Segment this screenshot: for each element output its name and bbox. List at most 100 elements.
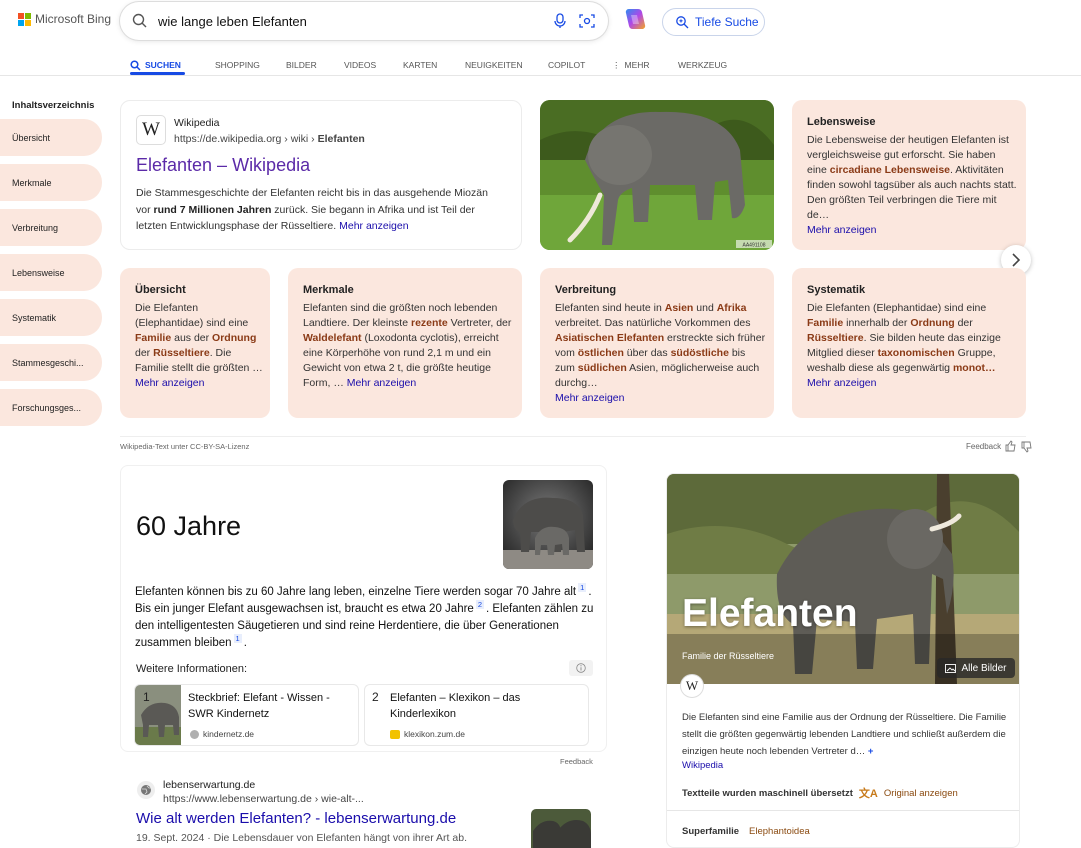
citation-1[interactable]: 1 (233, 634, 242, 644)
tab-copilot[interactable]: COPILOT (548, 55, 612, 75)
card-uebersicht[interactable]: Übersicht Die Elefanten (Elephantidae) s… (120, 268, 270, 418)
citation-1[interactable]: 1 (578, 583, 587, 592)
more-link[interactable]: Mehr anzeigen (555, 392, 624, 404)
header-divider (0, 75, 1081, 76)
more-info-label: Weitere Informationen: (136, 663, 248, 675)
card-text: Die Elefanten (Elephantidae) sind eine F… (135, 302, 263, 389)
bing-logo[interactable]: Microsoft Bing (18, 12, 111, 26)
card-merkmale[interactable]: Merkmale Elefanten sind die größten noch… (288, 268, 522, 418)
source-number: 1 (143, 690, 150, 704)
deep-search-label: Tiefe Suche (695, 15, 759, 29)
result-url[interactable]: https://www.lebenserwartung.de › wie-alt… (163, 793, 364, 805)
result-title-link[interactable]: Elefanten – Wikipedia (136, 155, 310, 176)
more-link[interactable]: Mehr anzeigen (339, 220, 408, 232)
images-icon (945, 663, 957, 673)
card-text: Elefanten sind die größten noch lebenden… (303, 302, 512, 389)
card-title: Merkmale (303, 284, 354, 296)
copilot-icon[interactable] (620, 6, 648, 34)
tab-mehr[interactable]: ⋮ MEHR (612, 55, 678, 75)
thumbs-down-icon[interactable] (1021, 441, 1032, 453)
more-link[interactable]: Mehr anzeigen (807, 377, 876, 389)
elephant-photo: AA491108 (540, 100, 774, 250)
toc-item-uebersicht[interactable]: Übersicht (0, 119, 102, 156)
more-link[interactable]: Mehr anzeigen (807, 224, 876, 236)
chevron-right-icon (1012, 253, 1021, 267)
result-url[interactable]: https://de.wikipedia.org › wiki › Elefan… (174, 133, 365, 145)
more-link[interactable]: Mehr anzeigen (135, 377, 204, 389)
kp-fact-row: Superfamilie Elephantoidea (682, 826, 810, 837)
result-snippet: Die Stammesgeschichte der Elefanten reic… (136, 187, 488, 232)
answer-value: 60 Jahre (136, 511, 242, 541)
search-input[interactable]: wie lange leben Elefanten (158, 14, 307, 29)
favicon-icon (190, 729, 199, 739)
section-divider (120, 436, 1026, 437)
knowledge-panel: Elefanten Familie der Rüsseltiere Alle B… (666, 473, 1020, 848)
card-title: Lebensweise (807, 116, 876, 128)
info-button[interactable] (569, 660, 593, 676)
wikipedia-logo-icon: W (136, 115, 166, 145)
card-lebensweise[interactable]: Lebensweise Die Lebensweise der heutigen… (792, 100, 1026, 250)
more-link[interactable]: Mehr anzeigen (347, 377, 416, 389)
search-icon (130, 59, 141, 71)
feedback-link[interactable]: Feedback (966, 442, 1001, 451)
toc-item-systematik[interactable]: Systematik (0, 299, 102, 336)
kp-fact-value[interactable]: Elephantoidea (749, 826, 810, 837)
toc-item-merkmale[interactable]: Merkmale (0, 164, 102, 201)
card-title: Systematik (807, 284, 866, 296)
kp-divider (667, 810, 1019, 811)
toc-item-forschungsgeschichte[interactable]: Forschungsges... (0, 389, 102, 426)
toc-item-stammesgeschichte[interactable]: Stammesgeschi... (0, 344, 102, 381)
all-images-button[interactable]: Alle Bilder (937, 658, 1015, 678)
deep-search-button[interactable]: Tiefe Suche (662, 8, 765, 36)
source-domain: kindernetz.de (190, 729, 254, 739)
source-title: Elefanten – Klexikon – das Kinderlexikon (390, 692, 521, 720)
toc-item-lebensweise[interactable]: Lebensweise (0, 254, 102, 291)
tab-bilder[interactable]: BILDER (286, 55, 344, 75)
source-title: Steckbrief: Elefant - Wissen - SWR Kinde… (188, 692, 330, 720)
result-site-name: Wikipedia (174, 117, 220, 129)
elephant-with-calf-photo (503, 480, 593, 569)
wikipedia-logo-icon: W (681, 675, 703, 697)
info-icon (576, 663, 586, 673)
card-verbreitung[interactable]: Verbreitung Elefanten sind heute in Asie… (540, 268, 774, 418)
elephant-image[interactable]: AA491108 (540, 100, 774, 250)
tab-shopping[interactable]: SHOPPING (215, 55, 286, 75)
kp-description: Die Elefanten sind eine Familie aus der … (682, 712, 1007, 757)
kp-title: Elefanten (682, 592, 858, 635)
translate-icon: 文A (858, 788, 878, 800)
favicon-icon (390, 729, 400, 739)
tab-videos[interactable]: VIDEOS (344, 55, 403, 75)
tab-neuigkeiten[interactable]: NEUIGKEITEN (465, 55, 548, 75)
source-card-2[interactable]: 2 Elefanten – Klexikon – das Kinderlexik… (364, 684, 589, 746)
card-systematik[interactable]: Systematik Die Elefanten (Elephantidae) … (792, 268, 1026, 418)
microphone-icon[interactable] (553, 13, 567, 29)
microsoft-logo-icon (18, 12, 31, 26)
source-card-1[interactable]: 1 Steckbrief: Elefant - Wissen - SWR Kin… (134, 684, 359, 746)
citation-2[interactable]: 2 (475, 600, 484, 610)
result-snippet: 19. Sept. 2024 · Die Lebensdauer von Ele… (136, 832, 467, 844)
logo-text: Microsoft Bing (35, 12, 112, 26)
toc-item-verbreitung[interactable]: Verbreitung (0, 209, 102, 246)
more-dots-icon: ⋮ (612, 59, 621, 70)
license-note[interactable]: Wikipedia-Text unter CC-BY-SA-Lizenz (120, 442, 249, 451)
search-icon (132, 13, 147, 28)
kp-hero-image[interactable]: Elefanten Familie der Rüsseltiere Alle B… (667, 474, 1019, 684)
answer-card: 60 Jahre Elefanten können bis zu 60 Jahr… (120, 465, 607, 752)
deep-search-icon (676, 16, 689, 29)
kp-source-link[interactable]: Wikipedia (682, 760, 723, 771)
search-box[interactable]: wie lange leben Elefanten (120, 2, 608, 40)
thumbs-up-icon[interactable] (1005, 440, 1016, 452)
wikipedia-result-card: W Wikipedia https://de.wikipedia.org › w… (120, 100, 522, 250)
visual-search-icon[interactable] (579, 13, 595, 29)
result-thumbnail[interactable] (531, 809, 591, 848)
answer-feedback-link[interactable]: Feedback (560, 757, 593, 766)
answer-image[interactable] (503, 480, 593, 569)
expand-button[interactable]: + (868, 746, 874, 757)
card-text: Die Elefanten (Elephantidae) sind eine F… (807, 302, 1001, 389)
show-original-link[interactable]: Original anzeigen (884, 788, 958, 799)
card-text: Elefanten sind heute in Asien und Afrika… (555, 302, 766, 404)
globe-icon (141, 785, 151, 795)
result-title-link[interactable]: Wie alt werden Elefanten? - lebenserwart… (136, 810, 456, 827)
tab-karten[interactable]: KARTEN (403, 55, 465, 75)
tab-werkzeug[interactable]: WERKZEUG (678, 55, 738, 75)
